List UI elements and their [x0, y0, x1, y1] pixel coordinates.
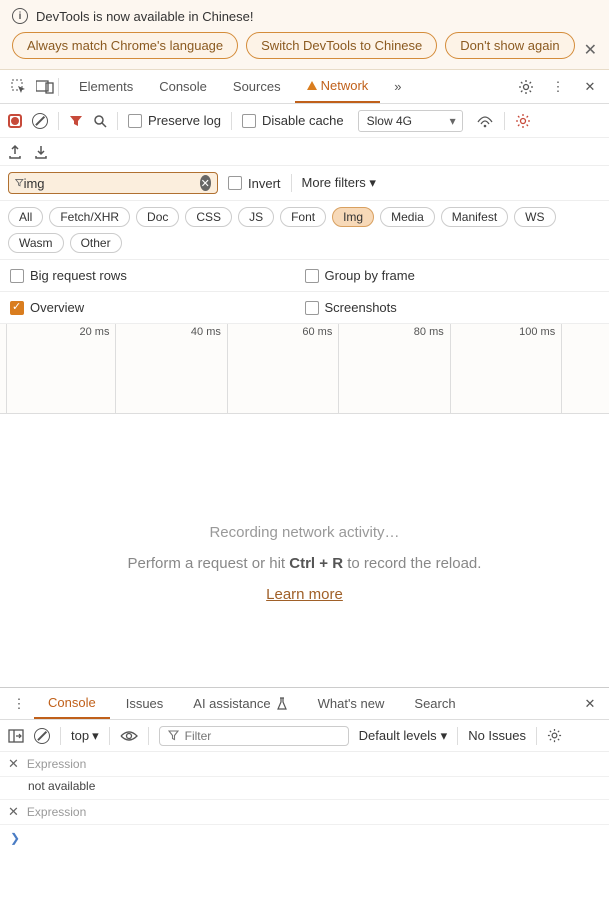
type-manifest[interactable]: Manifest — [441, 207, 508, 227]
gear-icon[interactable] — [513, 74, 539, 100]
type-media[interactable]: Media — [380, 207, 435, 227]
preserve-log-label: Preserve log — [148, 113, 221, 128]
big-rows-checkbox[interactable] — [10, 269, 24, 283]
console-filter-wrap — [159, 726, 349, 746]
screenshots-label: Screenshots — [325, 300, 397, 315]
clear-console-icon[interactable] — [34, 728, 50, 744]
infobar-title: DevTools is now available in Chinese! — [36, 9, 254, 24]
type-img[interactable]: Img — [332, 207, 374, 227]
timeline-overview[interactable]: 20 ms 40 ms 60 ms 80 ms 100 ms — [0, 324, 609, 414]
filter-input-wrap: ✕ — [8, 172, 218, 194]
group-frame-checkbox[interactable] — [305, 269, 319, 283]
filter-input[interactable] — [24, 176, 200, 191]
import-export-row — [0, 138, 609, 166]
invert-checkbox[interactable] — [228, 176, 242, 190]
main-tabs-row: Elements Console Sources Network » ⋮ ✕ — [0, 70, 609, 104]
switch-chinese-button[interactable]: Switch DevTools to Chinese — [246, 32, 437, 59]
tab-console[interactable]: Console — [147, 70, 219, 103]
clear-button[interactable] — [32, 113, 48, 129]
eye-icon[interactable] — [120, 730, 138, 742]
learn-more-link[interactable]: Learn more — [20, 586, 589, 603]
funnel-icon — [168, 730, 179, 741]
hint-label: Perform a request or hit Ctrl + R to rec… — [20, 555, 589, 572]
type-ws[interactable]: WS — [514, 207, 555, 227]
drawer-tab-issues[interactable]: Issues — [112, 689, 178, 718]
dont-show-button[interactable]: Don't show again — [445, 32, 574, 59]
expr-placeholder[interactable]: Expression — [27, 805, 86, 819]
type-doc[interactable]: Doc — [136, 207, 179, 227]
drawer-tab-ai[interactable]: AI assistance — [179, 689, 301, 718]
filter-toggle-icon[interactable] — [69, 114, 83, 128]
type-other[interactable]: Other — [70, 233, 122, 253]
type-css[interactable]: CSS — [185, 207, 232, 227]
type-filter-row: All Fetch/XHR Doc CSS JS Font Img Media … — [0, 201, 609, 260]
filter-row: ✕ Invert More filters ▾ — [0, 166, 609, 201]
settings-gear-icon[interactable] — [515, 113, 531, 129]
disable-cache-checkbox[interactable] — [242, 114, 256, 128]
view-options-row-2: Overview Screenshots — [0, 292, 609, 324]
search-icon[interactable] — [93, 114, 107, 128]
recording-label: Recording network activity… — [20, 524, 589, 541]
type-font[interactable]: Font — [280, 207, 326, 227]
drawer-close-icon[interactable]: ✕ — [577, 691, 603, 717]
expr-placeholder[interactable]: Expression — [27, 757, 86, 771]
log-levels-select[interactable]: Default levels ▾ — [359, 728, 448, 744]
kebab-icon[interactable]: ⋮ — [545, 74, 571, 100]
invert-label: Invert — [248, 176, 281, 191]
warning-icon — [307, 81, 317, 90]
match-language-button[interactable]: Always match Chrome's language — [12, 32, 238, 59]
screenshots-checkbox[interactable] — [305, 301, 319, 315]
tab-network[interactable]: Network — [295, 70, 381, 103]
import-har-icon[interactable] — [34, 144, 48, 160]
drawer-tab-console[interactable]: Console — [34, 688, 110, 719]
info-icon: i — [12, 8, 28, 24]
drawer-tab-whatsnew[interactable]: What's new — [304, 689, 399, 718]
disable-cache-label: Disable cache — [262, 113, 344, 128]
type-all[interactable]: All — [8, 207, 43, 227]
remove-expr-icon[interactable]: ✕ — [8, 804, 19, 820]
console-drawer: ⋮ Console Issues AI assistance What's ne… — [0, 687, 609, 901]
no-issues-label[interactable]: No Issues — [468, 728, 526, 743]
type-wasm[interactable]: Wasm — [8, 233, 64, 253]
tabs-overflow[interactable]: » — [382, 70, 413, 103]
type-fetch[interactable]: Fetch/XHR — [49, 207, 130, 227]
close-devtools-icon[interactable]: ✕ — [577, 74, 603, 100]
empty-state: Recording network activity… Perform a re… — [0, 414, 609, 603]
tab-sources[interactable]: Sources — [221, 70, 293, 103]
console-filter-input[interactable] — [185, 729, 340, 743]
inspect-icon[interactable] — [6, 74, 32, 100]
export-har-icon[interactable] — [8, 144, 22, 160]
type-js[interactable]: JS — [238, 207, 274, 227]
throttling-select[interactable]: Slow 4G — [358, 110, 463, 132]
drawer-kebab-icon[interactable]: ⋮ — [6, 691, 32, 717]
preserve-log-checkbox[interactable] — [128, 114, 142, 128]
expr-value: not available — [0, 777, 609, 800]
sidebar-toggle-icon[interactable] — [8, 729, 24, 743]
overview-checkbox[interactable] — [10, 301, 24, 315]
device-icon[interactable] — [32, 74, 58, 100]
infobar: i DevTools is now available in Chinese! … — [0, 0, 609, 70]
drawer-tab-search[interactable]: Search — [400, 689, 469, 718]
tab-elements[interactable]: Elements — [67, 70, 145, 103]
close-icon[interactable]: ✕ — [584, 40, 597, 60]
network-conditions-icon[interactable] — [477, 114, 494, 128]
overview-label: Overview — [30, 300, 84, 315]
network-toolbar: Preserve log Disable cache Slow 4G — [0, 104, 609, 138]
console-prompt[interactable]: ❯ — [0, 825, 609, 851]
console-gear-icon[interactable] — [547, 728, 562, 743]
group-frame-label: Group by frame — [325, 268, 415, 283]
clear-filter-icon[interactable]: ✕ — [200, 175, 211, 191]
big-rows-label: Big request rows — [30, 268, 127, 283]
view-options-row-1: Big request rows Group by frame — [0, 260, 609, 292]
live-expression-1: ✕ Expression — [0, 752, 609, 777]
funnel-icon — [15, 177, 24, 189]
live-expression-2: ✕ Expression — [0, 800, 609, 825]
remove-expr-icon[interactable]: ✕ — [8, 756, 19, 772]
record-button[interactable] — [8, 114, 22, 128]
flask-icon — [276, 697, 288, 711]
context-selector[interactable]: top ▾ — [71, 728, 99, 744]
more-filters-button[interactable]: More filters ▾ — [302, 175, 376, 191]
